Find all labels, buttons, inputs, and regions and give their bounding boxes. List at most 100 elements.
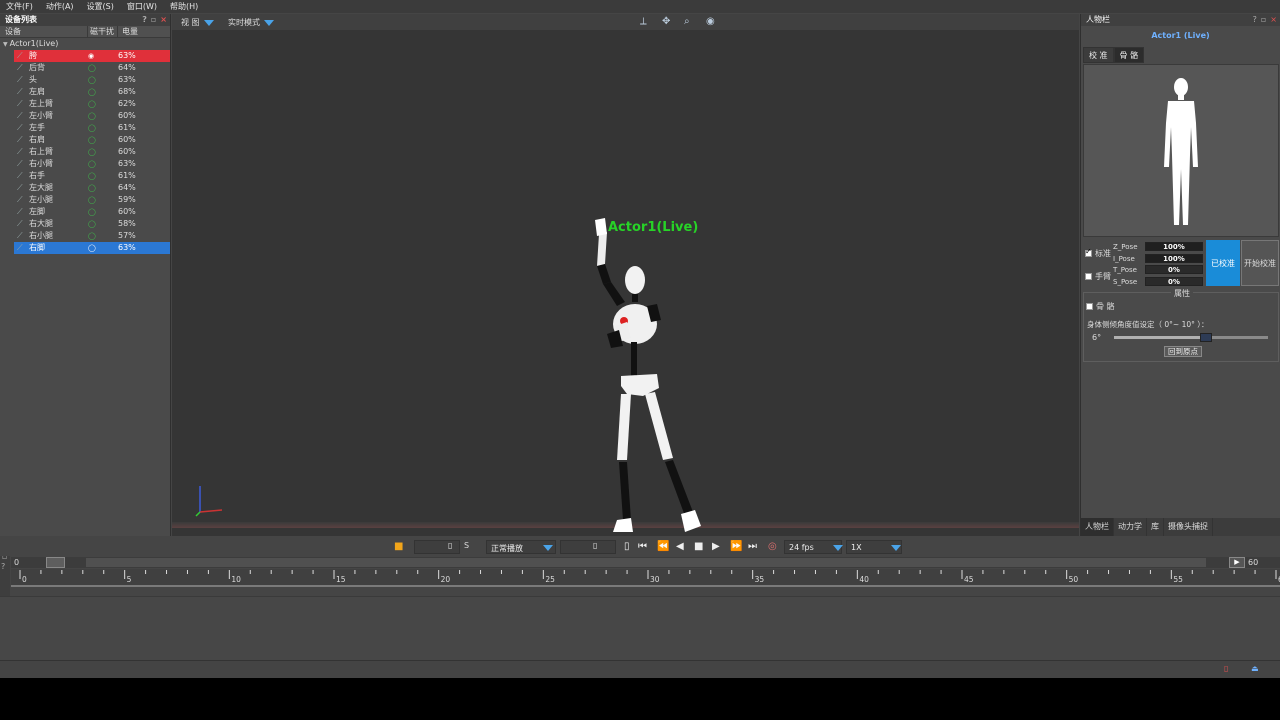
device-row[interactable]: ⟋ 右手 ◯ 61%: [14, 170, 170, 182]
tab-calibrate[interactable]: 校 准: [1083, 47, 1114, 63]
help-icon[interactable]: ?: [1, 562, 5, 571]
sensor-icon: ⟋: [17, 159, 23, 168]
actor-mannequin[interactable]: [577, 214, 747, 534]
menu-help[interactable]: 帮助(H): [170, 1, 198, 12]
timeline-range-handle[interactable]: [46, 557, 65, 568]
menu-action[interactable]: 动作(A): [46, 1, 74, 12]
timeline-ruler[interactable]: 051015202530354045505560: [11, 569, 1280, 586]
timeline-range-track[interactable]: [86, 558, 1206, 567]
play-backward-icon[interactable]: ◀: [676, 541, 684, 552]
device-row[interactable]: ⟋ 左大腿 ◯ 64%: [14, 182, 170, 194]
time-input[interactable]: ▯: [414, 540, 460, 554]
magnetic-status-icon: ◯: [88, 172, 96, 180]
actor-tree-root[interactable]: ▼ Actor1(Live): [0, 38, 170, 50]
device-name: 右肩: [29, 135, 45, 144]
rotate-icon[interactable]: ⟂: [640, 16, 647, 27]
calibration-controls: 标准 手臂 Z_Pose 100% I_Pose 100% T_Pose 0% …: [1083, 240, 1279, 288]
play-icon[interactable]: ▶: [712, 541, 720, 552]
tab-camera-capture[interactable]: 摄像头捕捉: [1164, 518, 1213, 536]
previous-frame-icon[interactable]: ⏪: [657, 541, 669, 552]
standard-checkbox[interactable]: [1085, 247, 1092, 257]
3d-viewport[interactable]: 视 图 实时模式 ⟂ ✥ ⌕ ◉ Actor1(Live): [172, 14, 1079, 536]
timeline[interactable]: 0 ▶ 60 0 5 10 15 20 25 30 35 40 45 50 55 60: [11, 557, 1280, 593]
device-row[interactable]: ⟋ 后背 ◯ 64%: [14, 62, 170, 74]
magnetic-status-icon: ◯: [88, 136, 96, 144]
menu-file[interactable]: 文件(F): [6, 1, 33, 12]
magnetic-status-icon: ◯: [88, 196, 96, 204]
tab-dynamics[interactable]: 动力学: [1114, 518, 1147, 536]
tilt-angle-slider-handle[interactable]: [1200, 333, 1213, 342]
device-row[interactable]: ⟋ 左小腿 ◯ 59%: [14, 194, 170, 206]
menu-window[interactable]: 窗口(W): [127, 1, 157, 12]
pose-name: Z_Pose: [1113, 242, 1138, 251]
fps-dropdown[interactable]: 24 fps: [784, 540, 843, 554]
device-row[interactable]: ⟋ 右大腿 ◯ 58%: [14, 218, 170, 230]
column-battery[interactable]: 电量: [118, 26, 138, 37]
device-row[interactable]: ⟋ 右肩 ◯ 60%: [14, 134, 170, 146]
next-frame-icon[interactable]: ⏩: [730, 541, 742, 552]
mode-dropdown[interactable]: 实时模式: [228, 17, 274, 28]
close-icon[interactable]: ×: [160, 14, 167, 26]
help-icon[interactable]: ?: [142, 14, 147, 26]
camera-icon[interactable]: ■: [394, 541, 403, 552]
playback-bar: ■ ▯ S 正常播放 ▯ ▯ ⏮ ⏪ ◀ ■ ▶ ⏩ ⏭ ◎ 24 fps 1X: [0, 538, 1280, 556]
device-row[interactable]: ⟋ 左手 ◯ 61%: [14, 122, 170, 134]
pose-progress: 0%: [1145, 277, 1203, 286]
column-device[interactable]: 设备: [0, 26, 88, 37]
frame-input[interactable]: ▯: [560, 540, 616, 554]
standard-checkbox-row[interactable]: 标准: [1085, 247, 1111, 259]
device-battery: 64%: [118, 63, 136, 72]
tab-library[interactable]: 库: [1147, 518, 1164, 536]
device-row[interactable]: ⟋ 右上臂 ◯ 60%: [14, 146, 170, 158]
device-name: 胯: [29, 51, 37, 60]
calibrated-button[interactable]: 已校准: [1206, 240, 1240, 286]
timeline-scrollbar[interactable]: 0 ▶ 60: [11, 557, 1280, 568]
go-to-start-icon[interactable]: ⏮: [638, 541, 647, 552]
tree-expand-icon[interactable]: ▼: [3, 39, 8, 51]
device-battery: 63%: [118, 243, 136, 252]
play-mode-dropdown[interactable]: 正常播放: [486, 540, 556, 554]
reset-origin-button[interactable]: 回到原点: [1164, 346, 1202, 357]
device-row[interactable]: ⟋ 右小臂 ◯ 63%: [14, 158, 170, 170]
start-calibration-button[interactable]: 开始校准: [1241, 240, 1279, 286]
column-magnetic[interactable]: 磁干扰: [88, 26, 118, 37]
device-name: 右小臂: [29, 159, 53, 168]
device-row[interactable]: ⟋ 右小腿 ◯ 57%: [14, 230, 170, 242]
play-range-icon[interactable]: ▶: [1229, 557, 1245, 568]
device-row[interactable]: ⟋ 右脚 ◯ 63%: [14, 242, 170, 254]
view-dropdown[interactable]: 视 图: [181, 17, 214, 28]
tab-skeleton[interactable]: 骨 骼: [1113, 47, 1145, 63]
help-icon[interactable]: ?: [1253, 14, 1257, 26]
device-row[interactable]: ⟋ 左肩 ◯ 68%: [14, 86, 170, 98]
float-icon[interactable]: ▫: [1261, 14, 1266, 26]
tab-character[interactable]: 人物栏: [1081, 518, 1114, 536]
magnetic-status-icon: ◯: [88, 64, 96, 72]
menu-settings[interactable]: 设置(S): [87, 1, 114, 12]
arm-checkbox[interactable]: [1085, 273, 1092, 280]
device-row[interactable]: ⟋ 左上臂 ◯ 62%: [14, 98, 170, 110]
skeleton-checkbox-row[interactable]: 骨 骼: [1086, 301, 1115, 312]
eye-icon[interactable]: ◉: [706, 16, 715, 27]
loop-icon[interactable]: ◎: [768, 541, 777, 552]
time-cursor-icon: ▯: [448, 541, 453, 550]
move-icon[interactable]: ✥: [662, 16, 670, 27]
device-row[interactable]: ⟋ 头 ◯ 63%: [14, 74, 170, 86]
record-marker-icon[interactable]: ▯: [624, 541, 630, 552]
device-row[interactable]: ⟋ 胯 ◉ 63%: [14, 50, 170, 62]
pose-name: I_Pose: [1113, 254, 1135, 263]
speed-label: 1X: [851, 543, 862, 552]
tilt-angle-slider[interactable]: [1114, 333, 1268, 342]
stop-icon[interactable]: ■: [694, 541, 703, 552]
speed-dropdown[interactable]: 1X: [846, 540, 902, 554]
zoom-icon[interactable]: ⌕: [684, 16, 690, 27]
device-row[interactable]: ⟋ 左脚 ◯ 60%: [14, 206, 170, 218]
sensor-icon: ⟋: [17, 243, 23, 252]
float-icon[interactable]: ▫: [151, 14, 156, 26]
go-to-end-icon[interactable]: ⏭: [748, 541, 757, 552]
arm-checkbox-row[interactable]: 手臂: [1085, 271, 1111, 282]
close-icon[interactable]: ×: [1270, 14, 1277, 26]
device-row[interactable]: ⟋ 左小臂 ◯ 60%: [14, 110, 170, 122]
timeline-tick-label: 25: [545, 575, 555, 584]
viewport-toolbar: 视 图 实时模式 ⟂ ✥ ⌕ ◉: [172, 14, 1079, 30]
skeleton-checkbox[interactable]: [1086, 303, 1093, 310]
